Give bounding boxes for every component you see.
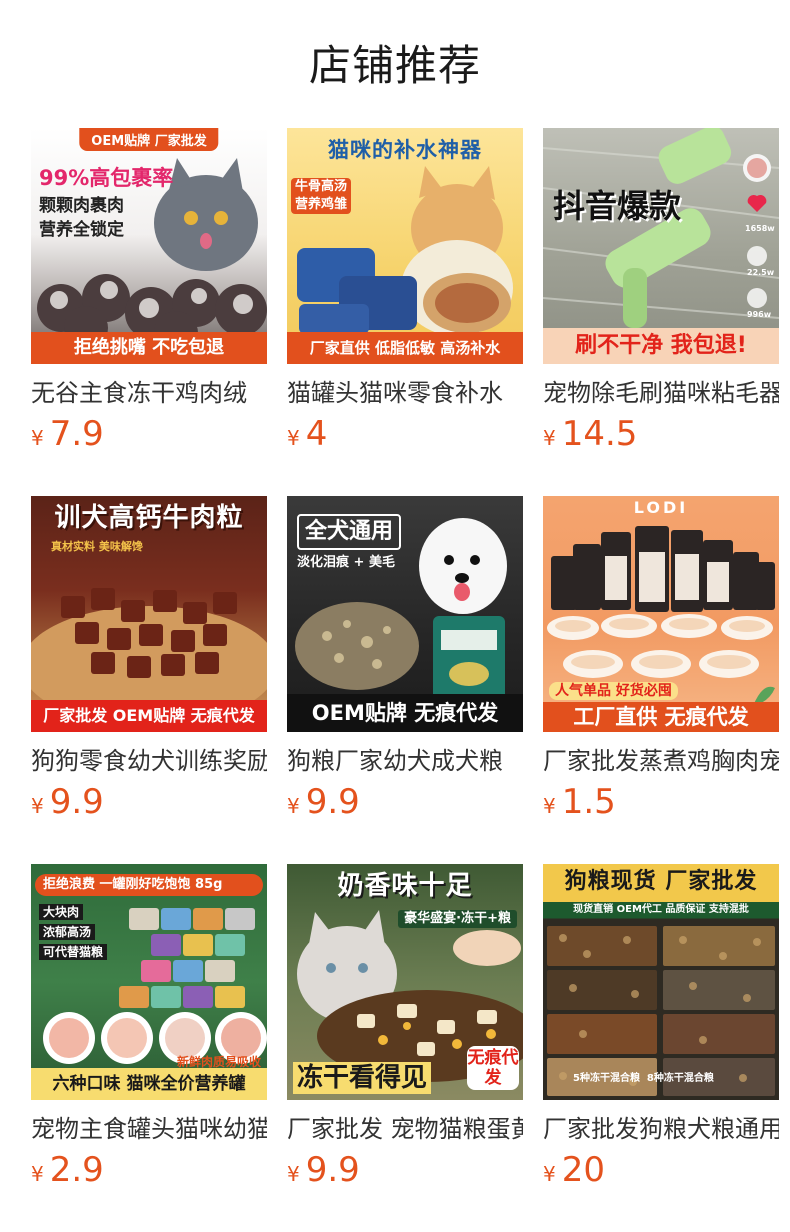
image-line: 人气单品 好货必囤	[549, 682, 678, 700]
image-headline: 猫咪的补水神器	[328, 138, 482, 162]
product-card[interactable]: 拒绝浪费 一罐刚好吃饱饱 85g 大块肉 浓郁高汤 可代替猫粮 新鲜肉质易吸收 …	[31, 864, 267, 1232]
image-footer: 刷不干净 我包退!	[543, 328, 779, 364]
image-headline: 99%高包裹率	[39, 166, 174, 190]
image-line: 豪华盛宴·冻干+粮	[398, 910, 517, 928]
image-headline: 训犬高钙牛肉粒	[54, 503, 244, 533]
product-price: ¥2.9	[31, 1150, 267, 1190]
product-image[interactable]: 奶香味十足 豪华盛宴·冻干+粮 无痕代发 冻干看得见	[287, 864, 523, 1100]
product-price: ¥9.9	[31, 782, 267, 822]
image-stat-comments: 22.5w	[747, 268, 775, 277]
image-headline: 全犬通用	[297, 514, 402, 550]
product-title[interactable]: 宠物除毛刷猫咪粘毛器	[543, 376, 779, 410]
currency-symbol: ¥	[287, 426, 300, 450]
product-title[interactable]: 无谷主食冻干鸡肉绒	[31, 376, 267, 410]
image-footer: 冻干看得见	[293, 1062, 432, 1094]
shop-recommendations-page: 店铺推荐 OEM贴牌 厂家批发 99%高包裹率 颗颗肉裹肉 营养全锁定 拒绝挑嘴…	[0, 0, 790, 1232]
image-line: 浓郁高汤	[39, 924, 96, 940]
image-headline: 拒绝浪费 一罐刚好吃饱饱 85g	[35, 874, 263, 896]
product-grid: OEM贴牌 厂家批发 99%高包裹率 颗颗肉裹肉 营养全锁定 拒绝挑嘴 不吃包退…	[31, 128, 779, 1232]
product-title[interactable]: 狗粮厂家幼犬成犬粮	[287, 744, 523, 778]
image-line: 营养鸡雏	[291, 196, 352, 214]
product-card[interactable]: 猫咪的补水神器 牛骨高汤 营养鸡雏 厂家直供 低脂低敏 高汤补水 猫罐头猫咪零食…	[287, 128, 523, 496]
price-amount: 2.9	[49, 1150, 104, 1190]
image-footer: OEM贴牌 无痕代发	[287, 694, 523, 732]
currency-symbol: ¥	[543, 794, 556, 818]
price-amount: 4	[305, 414, 328, 454]
product-image[interactable]: 训犬高钙牛肉粒 真材实料 美味解馋 厂家批发 OEM贴牌 无痕代发	[31, 496, 267, 732]
product-card[interactable]: 训犬高钙牛肉粒 真材实料 美味解馋 厂家批发 OEM贴牌 无痕代发 狗狗零食幼犬…	[31, 496, 267, 864]
product-price: ¥9.9	[287, 1150, 523, 1190]
product-title[interactable]: 厂家批发蒸煮鸡胸肉宠物	[543, 744, 779, 778]
image-line: 现货直销 OEM代工 品质保证 支持混批	[573, 904, 749, 915]
image-footer: 5种冻干混合粮 8种冻干混合粮	[573, 1073, 714, 1084]
currency-symbol: ¥	[31, 426, 44, 450]
product-image[interactable]: 抖音爆款 1658w 22.5w 996w 刷不干净 我包退!	[543, 128, 779, 364]
product-image[interactable]: LODI 人气单品 好货必囤 工厂直供 无痕代发	[543, 496, 779, 732]
currency-symbol: ¥	[287, 794, 300, 818]
product-price: ¥9.9	[287, 782, 523, 822]
product-card[interactable]: 奶香味十足 豪华盛宴·冻干+粮 无痕代发 冻干看得见 厂家批发 宠物猫粮蛋黄 ¥…	[287, 864, 523, 1232]
product-image[interactable]: 拒绝浪费 一罐刚好吃饱饱 85g 大块肉 浓郁高汤 可代替猫粮 新鲜肉质易吸收 …	[31, 864, 267, 1100]
product-image[interactable]: 全犬通用 淡化泪痕 + 美毛 OEM贴牌 无痕代发	[287, 496, 523, 732]
currency-symbol: ¥	[31, 794, 44, 818]
image-headline: LODI	[633, 498, 689, 517]
product-title[interactable]: 宠物主食罐头猫咪幼猫	[31, 1112, 267, 1146]
oem-badge: OEM贴牌 厂家批发	[79, 128, 219, 151]
product-title[interactable]: 厂家批发狗粮犬粮通用	[543, 1112, 779, 1146]
currency-symbol: ¥	[31, 1162, 44, 1186]
image-line: 营养全锁定	[39, 220, 124, 240]
image-footer: 拒绝挑嘴 不吃包退	[31, 332, 267, 364]
product-image[interactable]: 狗粮现货 厂家批发 现货直销 OEM代工 品质保证 支持混批 5种冻干混合粮 8…	[543, 864, 779, 1100]
image-headline: 奶香味十足	[337, 871, 473, 901]
price-amount: 7.9	[49, 414, 104, 454]
price-amount: 1.5	[561, 782, 616, 822]
image-footer: 厂家直供 低脂低敏 高汤补水	[287, 332, 523, 364]
product-title[interactable]: 厂家批发 宠物猫粮蛋黄	[287, 1112, 523, 1146]
currency-symbol: ¥	[287, 1162, 300, 1186]
product-image[interactable]: 猫咪的补水神器 牛骨高汤 营养鸡雏 厂家直供 低脂低敏 高汤补水	[287, 128, 523, 364]
product-card[interactable]: 全犬通用 淡化泪痕 + 美毛 OEM贴牌 无痕代发 狗粮厂家幼犬成犬粮 ¥9.9	[287, 496, 523, 864]
image-footer: 六种口味 猫咪全价营养罐	[31, 1068, 267, 1100]
image-headline: 狗粮现货 厂家批发	[564, 869, 758, 894]
product-image[interactable]: OEM贴牌 厂家批发 99%高包裹率 颗颗肉裹肉 营养全锁定 拒绝挑嘴 不吃包退	[31, 128, 267, 364]
product-title[interactable]: 狗狗零食幼犬训练奖励	[31, 744, 267, 778]
price-amount: 9.9	[305, 1150, 360, 1190]
image-side-note: 无痕代发	[467, 1046, 519, 1090]
image-stat-shares: 996w	[747, 310, 772, 319]
image-line: 颗颗肉裹肉	[39, 196, 124, 216]
image-line: 牛骨高汤	[291, 178, 352, 196]
image-footer: 厂家批发 OEM贴牌 无痕代发	[31, 700, 267, 732]
product-card[interactable]: LODI 人气单品 好货必囤 工厂直供 无痕代发 厂家批发蒸煮鸡胸肉宠物 ¥1.…	[543, 496, 779, 864]
image-headline: 抖音爆款	[553, 187, 682, 225]
image-line: 真材实料 美味解馋	[51, 540, 143, 553]
product-price: ¥14.5	[543, 414, 779, 454]
image-line: 淡化泪痕 + 美毛	[297, 555, 395, 570]
product-price: ¥20	[543, 1150, 779, 1190]
product-photo-art	[37, 158, 267, 355]
image-line: 可代替猫粮	[39, 944, 108, 960]
currency-symbol: ¥	[543, 1162, 556, 1186]
product-price: ¥1.5	[543, 782, 779, 822]
price-amount: 9.9	[49, 782, 104, 822]
price-amount: 14.5	[561, 414, 638, 454]
product-card[interactable]: 抖音爆款 1658w 22.5w 996w 刷不干净 我包退! 宠物除毛刷猫咪粘…	[543, 128, 779, 496]
product-card[interactable]: 狗粮现货 厂家批发 现货直销 OEM代工 品质保证 支持混批 5种冻干混合粮 8…	[543, 864, 779, 1232]
product-price: ¥7.9	[31, 414, 267, 454]
image-stat-likes: 1658w	[745, 224, 775, 233]
product-photo-art	[547, 926, 775, 1096]
currency-symbol: ¥	[543, 426, 556, 450]
product-card[interactable]: OEM贴牌 厂家批发 99%高包裹率 颗颗肉裹肉 营养全锁定 拒绝挑嘴 不吃包退…	[31, 128, 267, 496]
section-title: 店铺推荐	[308, 41, 481, 90]
price-amount: 20	[561, 1150, 605, 1190]
image-footer: 工厂直供 无痕代发	[543, 702, 779, 732]
product-price: ¥4	[287, 414, 523, 454]
price-amount: 9.9	[305, 782, 360, 822]
image-line: 大块肉	[39, 904, 84, 920]
product-title[interactable]: 猫罐头猫咪零食补水	[287, 376, 523, 410]
